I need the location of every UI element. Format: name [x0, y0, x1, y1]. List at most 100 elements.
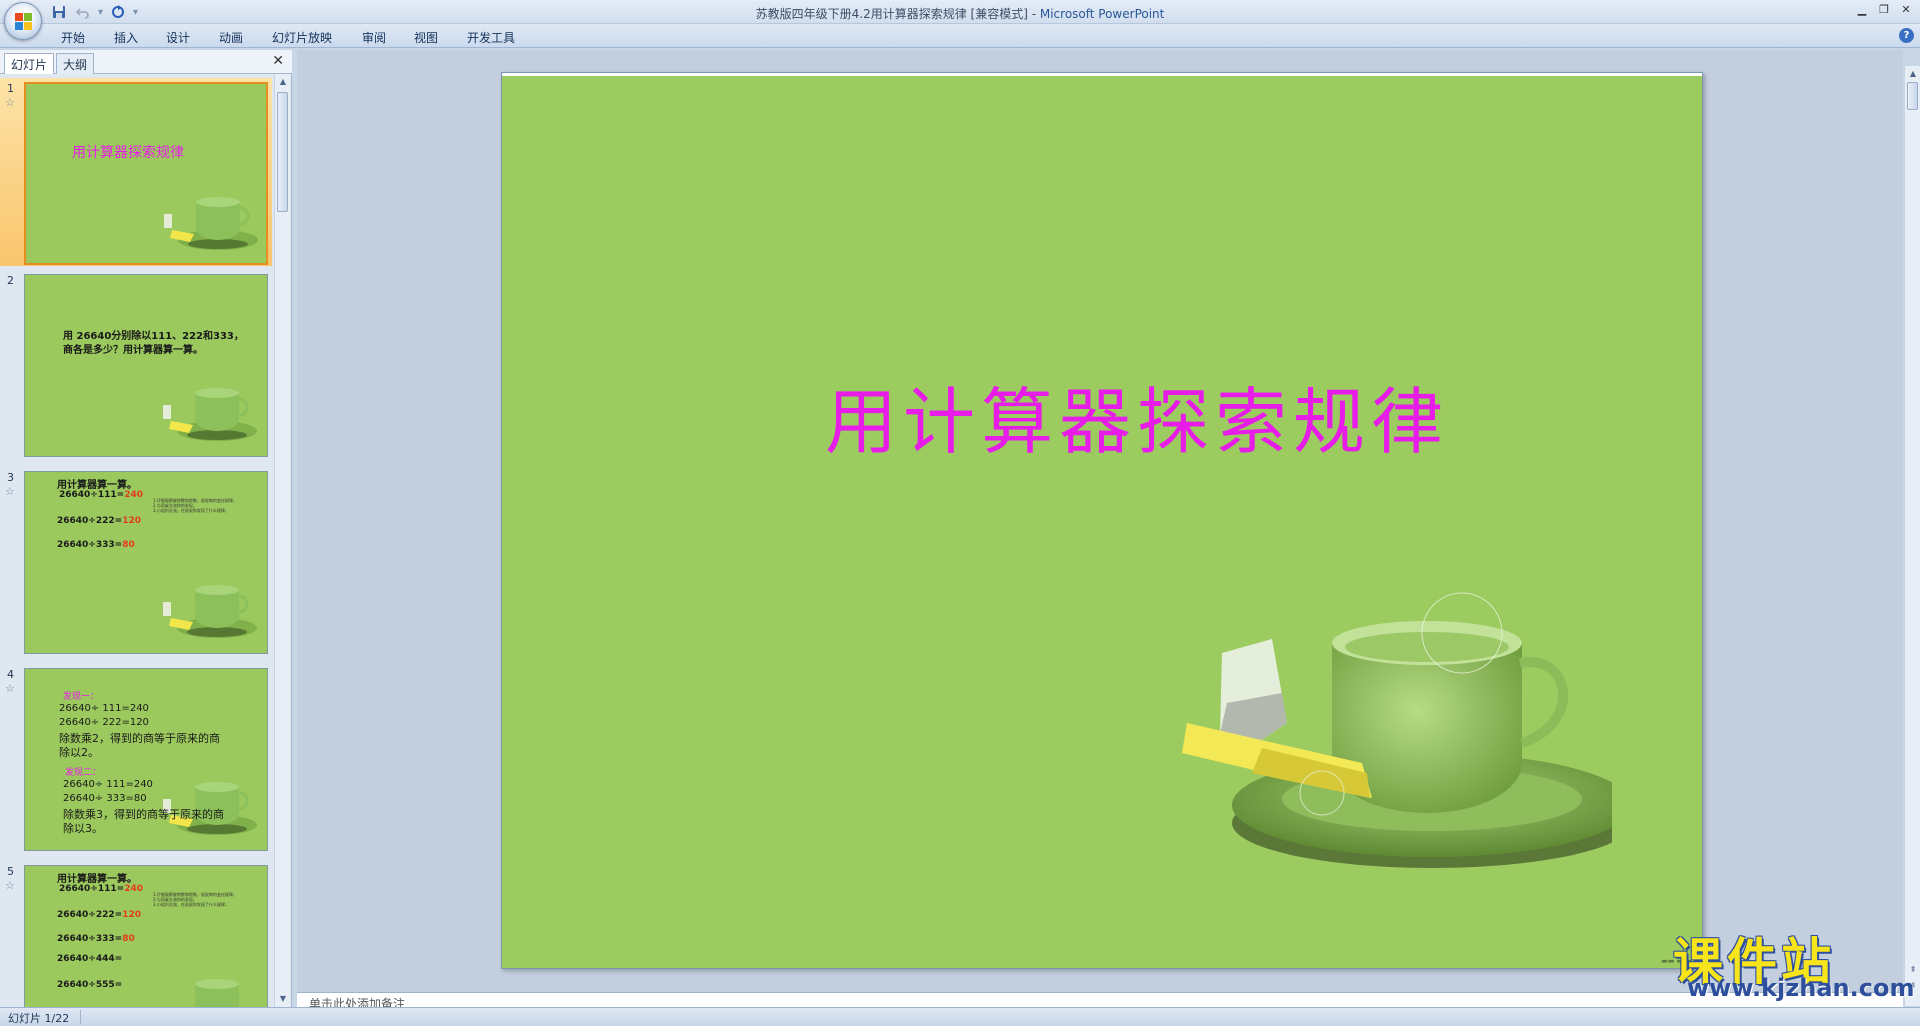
panel-tabs: 幻灯片 大纲 ✕	[0, 50, 292, 74]
thumbnail-note: 3.小组内交流，在说说你发现了什么规律。	[153, 508, 229, 513]
thumbnail-text: 26640÷ 333=80	[63, 793, 147, 804]
thumbnail-text: 除以3。	[63, 822, 103, 835]
scroll-up-icon[interactable]: ▲	[1905, 66, 1920, 82]
tab-home[interactable]: 开始	[61, 29, 85, 46]
teacup-image	[195, 979, 239, 1007]
panel-close-icon[interactable]: ✕	[272, 53, 284, 69]
powerpoint-window: ▾ ▾ 苏教版四年级下册4.2用计算器探索规律 [兼容模式] - Microso…	[0, 0, 1920, 1025]
thumbnail-note: 3.小组内交流，在说说你发现了什么规律。	[153, 902, 229, 907]
thumbnail-text: 26640÷555=	[57, 980, 122, 990]
office-logo-icon	[15, 13, 33, 31]
expression: 26640÷111=	[59, 490, 125, 500]
thumbnail-text: 用计算器算一算。	[57, 480, 137, 491]
slide-thumbnail[interactable]: 发现一： 26640÷ 111=240 26640÷ 222=120 除数乘2，…	[24, 668, 268, 851]
thumbnail-text: 26640÷ 222=120	[59, 717, 149, 728]
slide-top-border	[502, 73, 1702, 76]
current-slide[interactable]: 用计算器探索规律 ▬▬ ▬ ▬	[501, 72, 1703, 969]
scrollbar-thumb[interactable]	[1907, 82, 1918, 110]
thumbnail-text: 商各是多少？用计算器算一算。	[63, 345, 203, 356]
thumbnail-text: 除以2。	[59, 746, 99, 759]
teacup-image	[163, 585, 257, 638]
slide-thumbnail[interactable]: 用计算器算一算。 26640÷111=240 26640÷222=120 266…	[24, 471, 268, 654]
slide-thumbnails: 1 ☆ 用计算器探索规律 2 用 26640分别除以111、222和333， 商…	[0, 74, 272, 1007]
teacup-image	[163, 388, 257, 441]
thumbnail-text: 用计算器算一算。	[57, 874, 137, 885]
slide-thumbnail[interactable]: 用计算器探索规律	[24, 82, 268, 265]
expression: 26640÷333=	[57, 540, 123, 550]
window-title: 苏教版四年级下册4.2用计算器探索规律 [兼容模式] - Microsoft P…	[0, 5, 1920, 22]
animation-star-icon: ☆	[5, 682, 15, 695]
thumbnail-text: 发现二：	[65, 768, 102, 778]
thumbnail-text: 用 26640分别除以111、222和333，	[63, 331, 244, 342]
app-name: Microsoft PowerPoint	[1039, 7, 1165, 21]
animation-star-icon: ☆	[5, 879, 15, 892]
expression: 26640÷333=	[57, 934, 123, 944]
tab-view[interactable]: 视图	[414, 29, 438, 46]
thumbnail-number: 3	[7, 471, 14, 484]
ribbon-tabs: 开始 插入 设计 动画 幻灯片放映 审阅 视图 开发工具 ?	[0, 24, 1920, 48]
editor-scrollbar[interactable]: ▲ ⇞ ⇟	[1904, 66, 1920, 1006]
help-icon[interactable]: ?	[1899, 28, 1914, 43]
scroll-down-icon[interactable]: ▼	[275, 991, 291, 1007]
answer: 80	[122, 934, 135, 944]
restore-icon[interactable]: ❐	[1874, 2, 1894, 18]
scroll-up-icon[interactable]: ▲	[275, 74, 291, 90]
expression: 26640÷111=	[59, 884, 125, 894]
thumbnail-row[interactable]: 4 ☆ 发现一： 26640÷ 111=240 26640÷ 222=120 除…	[0, 664, 272, 852]
tab-outline[interactable]: 大纲	[56, 53, 95, 74]
expression: 26640÷222=	[57, 516, 123, 526]
tab-review[interactable]: 审阅	[362, 29, 386, 46]
tab-design[interactable]: 设计	[166, 29, 190, 46]
tab-developer[interactable]: 开发工具	[467, 29, 515, 46]
thumbnail-text: 26640÷ 111=240	[63, 779, 153, 790]
answer: 120	[122, 516, 141, 526]
answer: 240	[124, 884, 143, 894]
thumbnail-row[interactable]: 2 用 26640分别除以111、222和333， 商各是多少？用计算器算一算。	[0, 270, 272, 458]
close-icon[interactable]: ✕	[1896, 2, 1916, 18]
teacup-image	[164, 197, 258, 250]
thumbnail-row[interactable]: 3 ☆ 用计算器算一算。 26640÷111=240 26640÷222=120…	[0, 467, 272, 655]
tab-animation[interactable]: 动画	[219, 29, 243, 46]
tab-insert[interactable]: 插入	[114, 29, 138, 46]
tab-slideshow[interactable]: 幻灯片放映	[272, 29, 332, 46]
title-bar: ▾ ▾ 苏教版四年级下册4.2用计算器探索规律 [兼容模式] - Microso…	[0, 0, 1920, 24]
scrollbar-thumb[interactable]	[277, 92, 288, 212]
notes-placeholder[interactable]: 单击此处添加备注	[309, 995, 405, 1007]
slide-thumbnail[interactable]: 用 26640分别除以111、222和333， 商各是多少？用计算器算一算。	[24, 274, 268, 457]
thumbnail-number: 5	[7, 865, 14, 878]
thumbnail-row[interactable]: 1 ☆ 用计算器探索规律	[0, 78, 272, 266]
slide-title[interactable]: 用计算器探索规律	[502, 363, 1702, 468]
thumbnail-text: 26640÷222=120	[57, 910, 141, 920]
slides-panel: 幻灯片 大纲 ✕ 1 ☆ 用计算器探索规律 2 用 26640分别除以111、2…	[0, 50, 292, 1007]
previous-slide-icon[interactable]: ⇞	[1905, 962, 1920, 978]
answer: 120	[122, 910, 141, 920]
status-divider	[80, 1010, 81, 1024]
document-title: 苏教版四年级下册4.2用计算器探索规律 [兼容模式]	[755, 7, 1028, 21]
slide-counter: 幻灯片 1/22	[8, 1012, 70, 1025]
office-button[interactable]	[4, 2, 42, 40]
thumbnail-text: 26640÷222=120	[57, 516, 141, 526]
slide-thumbnail[interactable]: 用计算器算一算。 26640÷111=240 26640÷222=120 266…	[24, 865, 268, 1007]
thumbnail-text: 26640÷444=	[57, 954, 122, 964]
slide-footer-mark: ▬▬ ▬ ▬	[1661, 957, 1692, 965]
thumbnail-text: 26640÷333=80	[57, 540, 135, 550]
expression: 26640÷555=	[57, 980, 123, 990]
minimize-icon[interactable]: ▁	[1852, 2, 1872, 18]
thumbnail-text: 26640÷ 111=240	[59, 703, 149, 714]
answer: 240	[124, 490, 143, 500]
thumbnail-row[interactable]: 5 ☆ 用计算器算一算。 26640÷111=240 26640÷222=120…	[0, 861, 272, 1007]
animation-star-icon: ☆	[5, 485, 15, 498]
tab-slides[interactable]: 幻灯片	[4, 53, 55, 74]
thumbnail-title: 用计算器探索规律	[72, 145, 184, 161]
window-controls: ▁ ❐ ✕	[1852, 2, 1916, 18]
expression: 26640÷444=	[57, 954, 123, 964]
notes-pane[interactable]: 单击此处添加备注	[297, 992, 1903, 1007]
thumbnail-number: 2	[7, 274, 14, 287]
thumbnail-text: 26640÷111=240	[59, 490, 143, 500]
title-separator: -	[1027, 7, 1040, 21]
slide-editor: 用计算器探索规律 ▬▬ ▬ ▬	[297, 50, 1903, 992]
thumbnail-text: 发现一：	[63, 692, 100, 702]
thumbnail-scrollbar[interactable]: ▲ ▼	[274, 74, 290, 1007]
next-slide-icon[interactable]: ⇟	[1905, 978, 1920, 994]
teacup-image	[1182, 592, 1612, 868]
